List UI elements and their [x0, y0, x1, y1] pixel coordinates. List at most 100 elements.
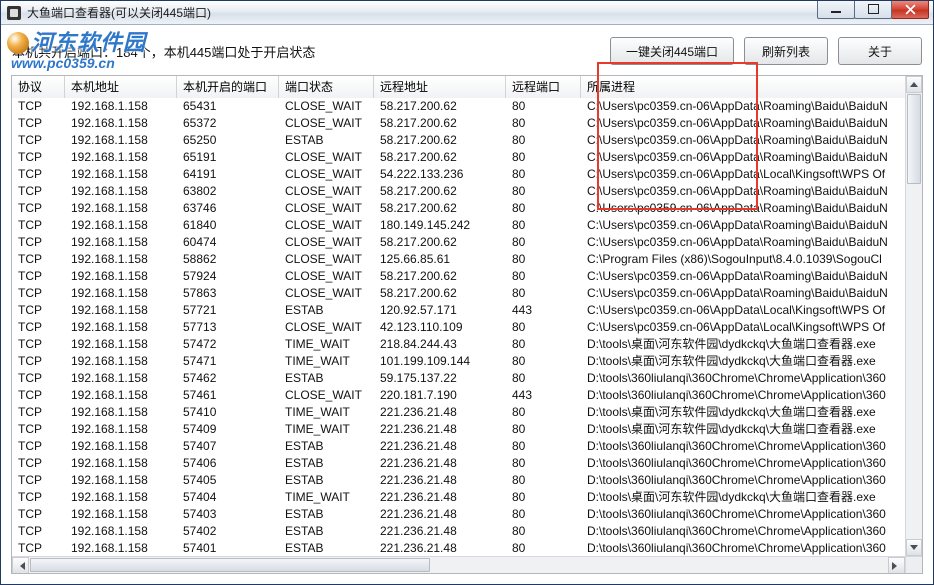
- table-row[interactable]: TCP192.168.1.15865250ESTAB58.217.200.628…: [12, 132, 905, 149]
- horizontal-scrollbar[interactable]: [12, 556, 905, 573]
- table-body[interactable]: TCP192.168.1.15865431CLOSE_WAIT58.217.20…: [12, 98, 905, 556]
- col-protocol[interactable]: 协议: [12, 76, 65, 98]
- table-row[interactable]: TCP192.168.1.15858862CLOSE_WAIT125.66.85…: [12, 251, 905, 268]
- cell-process: D:\tools\360liulanqi\360Chrome\Chrome\Ap…: [581, 455, 905, 472]
- cell-local-port: 57410: [177, 404, 279, 421]
- vertical-scrollbar[interactable]: [905, 76, 922, 556]
- cell-process: D:\tools\360liulanqi\360Chrome\Chrome\Ap…: [581, 387, 905, 404]
- cell-remote-port: 80: [506, 353, 581, 370]
- cell-remote-addr: 220.181.7.190: [374, 387, 506, 404]
- cell-state: CLOSE_WAIT: [279, 149, 374, 166]
- table-row[interactable]: TCP192.168.1.15863802CLOSE_WAIT58.217.20…: [12, 183, 905, 200]
- cell-local-port: 61840: [177, 217, 279, 234]
- cell-process: D:\tools\360liulanqi\360Chrome\Chrome\Ap…: [581, 438, 905, 455]
- table-row[interactable]: TCP192.168.1.15857404TIME_WAIT221.236.21…: [12, 489, 905, 506]
- table-row[interactable]: TCP192.168.1.15857863CLOSE_WAIT58.217.20…: [12, 285, 905, 302]
- col-process[interactable]: 所属进程: [581, 76, 905, 98]
- cell-state: TIME_WAIT: [279, 421, 374, 438]
- scroll-down-button[interactable]: [906, 539, 922, 556]
- table-row[interactable]: TCP192.168.1.15857461CLOSE_WAIT220.181.7…: [12, 387, 905, 404]
- cell-local-addr: 192.168.1.158: [65, 489, 177, 506]
- cell-protocol: TCP: [12, 149, 65, 166]
- col-remote-addr[interactable]: 远程地址: [374, 76, 506, 98]
- table-row[interactable]: TCP192.168.1.15857401ESTAB221.236.21.488…: [12, 540, 905, 556]
- cell-remote-addr: 58.217.200.62: [374, 200, 506, 217]
- vertical-scroll-thumb[interactable]: [907, 94, 921, 184]
- col-remote-port[interactable]: 远程端口: [506, 76, 581, 98]
- cell-state: CLOSE_WAIT: [279, 387, 374, 404]
- table-row[interactable]: TCP192.168.1.15857402ESTAB221.236.21.488…: [12, 523, 905, 540]
- cell-protocol: TCP: [12, 251, 65, 268]
- cell-local-port: 58862: [177, 251, 279, 268]
- table-row[interactable]: TCP192.168.1.15857406ESTAB221.236.21.488…: [12, 455, 905, 472]
- cell-local-addr: 192.168.1.158: [65, 132, 177, 149]
- cell-protocol: TCP: [12, 540, 65, 556]
- cell-remote-port: 80: [506, 472, 581, 489]
- scroll-right-button[interactable]: [888, 557, 905, 574]
- table-row[interactable]: TCP192.168.1.15857407ESTAB221.236.21.488…: [12, 438, 905, 455]
- refresh-button[interactable]: 刷新列表: [744, 37, 828, 65]
- scroll-up-button[interactable]: [906, 76, 922, 93]
- cell-state: ESTAB: [279, 540, 374, 556]
- cell-local-addr: 192.168.1.158: [65, 302, 177, 319]
- table-row[interactable]: TCP192.168.1.15863746CLOSE_WAIT58.217.20…: [12, 200, 905, 217]
- cell-remote-port: 80: [506, 319, 581, 336]
- table-row[interactable]: TCP192.168.1.15857409TIME_WAIT221.236.21…: [12, 421, 905, 438]
- cell-remote-port: 80: [506, 115, 581, 132]
- table-row[interactable]: TCP192.168.1.15857410TIME_WAIT221.236.21…: [12, 404, 905, 421]
- cell-remote-addr: 58.217.200.62: [374, 149, 506, 166]
- table-row[interactable]: TCP192.168.1.15865191CLOSE_WAIT58.217.20…: [12, 149, 905, 166]
- table-row[interactable]: TCP192.168.1.15861840CLOSE_WAIT180.149.1…: [12, 217, 905, 234]
- table-row[interactable]: TCP192.168.1.15857472TIME_WAIT218.84.244…: [12, 336, 905, 353]
- table-row[interactable]: TCP192.168.1.15860474CLOSE_WAIT58.217.20…: [12, 234, 905, 251]
- cell-local-port: 65372: [177, 115, 279, 132]
- table-row[interactable]: TCP192.168.1.15857405ESTAB221.236.21.488…: [12, 472, 905, 489]
- cell-protocol: TCP: [12, 319, 65, 336]
- cell-state: CLOSE_WAIT: [279, 200, 374, 217]
- table-row[interactable]: TCP192.168.1.15857713CLOSE_WAIT42.123.11…: [12, 319, 905, 336]
- col-state[interactable]: 端口状态: [279, 76, 374, 98]
- cell-protocol: TCP: [12, 268, 65, 285]
- cell-remote-port: 80: [506, 149, 581, 166]
- col-local-addr[interactable]: 本机地址: [65, 76, 177, 98]
- cell-local-addr: 192.168.1.158: [65, 149, 177, 166]
- cell-remote-addr: 58.217.200.62: [374, 98, 506, 115]
- table-row[interactable]: TCP192.168.1.15857924CLOSE_WAIT58.217.20…: [12, 268, 905, 285]
- minimize-button[interactable]: [817, 1, 855, 19]
- cell-state: CLOSE_WAIT: [279, 251, 374, 268]
- scrollbar-corner: [905, 556, 922, 573]
- table-row[interactable]: TCP192.168.1.15857462ESTAB59.175.137.228…: [12, 370, 905, 387]
- cell-local-port: 65191: [177, 149, 279, 166]
- titlebar[interactable]: 大鱼端口查看器(可以关闭445端口): [1, 1, 933, 25]
- table-row[interactable]: TCP192.168.1.15865431CLOSE_WAIT58.217.20…: [12, 98, 905, 115]
- cell-remote-addr: 221.236.21.48: [374, 523, 506, 540]
- table-row[interactable]: TCP192.168.1.15857403ESTAB221.236.21.488…: [12, 506, 905, 523]
- cell-state: TIME_WAIT: [279, 336, 374, 353]
- cell-protocol: TCP: [12, 489, 65, 506]
- scroll-left-button[interactable]: [12, 557, 29, 574]
- cell-state: CLOSE_WAIT: [279, 183, 374, 200]
- table-row[interactable]: TCP192.168.1.15857721ESTAB120.92.57.1714…: [12, 302, 905, 319]
- cell-process: C:\Users\pc0359.cn-06\AppData\Local\King…: [581, 302, 905, 319]
- close-button[interactable]: [891, 1, 929, 19]
- table-row[interactable]: TCP192.168.1.15864191CLOSE_WAIT54.222.13…: [12, 166, 905, 183]
- triangle-right-icon: [892, 562, 901, 570]
- cell-local-port: 57462: [177, 370, 279, 387]
- cell-local-addr: 192.168.1.158: [65, 115, 177, 132]
- table-row[interactable]: TCP192.168.1.15865372CLOSE_WAIT58.217.20…: [12, 115, 905, 132]
- cell-local-addr: 192.168.1.158: [65, 251, 177, 268]
- cell-remote-addr: 221.236.21.48: [374, 506, 506, 523]
- triangle-up-icon: [910, 82, 918, 87]
- cell-protocol: TCP: [12, 132, 65, 149]
- horizontal-scroll-thumb[interactable]: [30, 558, 430, 572]
- cell-remote-addr: 221.236.21.48: [374, 404, 506, 421]
- cell-local-addr: 192.168.1.158: [65, 234, 177, 251]
- about-button[interactable]: 关于: [838, 37, 922, 65]
- cell-protocol: TCP: [12, 200, 65, 217]
- col-local-port[interactable]: 本机开启的端口: [177, 76, 279, 98]
- table-row[interactable]: TCP192.168.1.15857471TIME_WAIT101.199.10…: [12, 353, 905, 370]
- maximize-button[interactable]: [854, 1, 892, 19]
- cell-remote-addr: 221.236.21.48: [374, 421, 506, 438]
- close-445-button[interactable]: 一键关闭445端口: [610, 37, 734, 65]
- cell-remote-port: 443: [506, 302, 581, 319]
